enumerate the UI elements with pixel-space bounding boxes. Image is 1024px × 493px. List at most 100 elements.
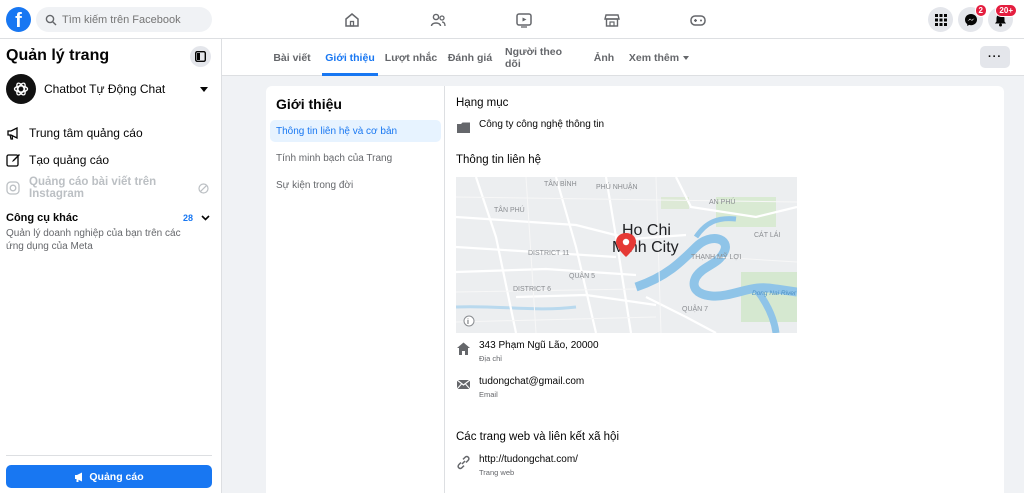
search-icon xyxy=(45,14,57,25)
edit-icon xyxy=(6,152,22,168)
megaphone-icon xyxy=(6,125,22,141)
search-box[interactable] xyxy=(36,7,212,32)
sidebar-item-label: Tạo quảng cáo xyxy=(29,153,110,167)
menu-button[interactable] xyxy=(928,7,953,32)
more-tools-section[interactable]: Công cụ khác 28 Quản lý doanh nghiệp của… xyxy=(6,212,212,253)
facebook-logo[interactable]: f xyxy=(6,7,31,32)
page-management-sidebar: Quản lý trang Chatbot Tự Động Chat Trung… xyxy=(0,39,222,493)
instagram-icon xyxy=(6,180,22,196)
tab-mentions[interactable]: Lượt nhắc xyxy=(384,39,438,76)
svg-text:QUẬN 5: QUẬN 5 xyxy=(569,271,595,280)
watch-icon[interactable] xyxy=(513,9,535,31)
about-nav-contact-basic[interactable]: Thông tin liên hệ và cơ bản xyxy=(270,120,441,142)
more-tools-label: Công cụ khác xyxy=(6,212,79,224)
page-avatar xyxy=(6,74,36,104)
category-icon xyxy=(457,122,470,133)
svg-text:i: i xyxy=(467,319,469,326)
friends-icon[interactable] xyxy=(427,9,449,31)
location-map[interactable]: TÂN BÌNH PHÚ NHUẬN TÂN PHÚ AN PHÚ DISTRI… xyxy=(456,177,797,333)
promote-button-label: Quảng cáo xyxy=(89,470,144,483)
tab-reviews[interactable]: Đánh giá xyxy=(445,39,495,76)
category-heading: Hạng mục xyxy=(456,97,509,109)
svg-text:CÁT LÁI: CÁT LÁI xyxy=(754,230,780,239)
top-navigation-bar: f 2 20+ xyxy=(0,0,1024,39)
website-row: http://tudongchat.com/ Trang web xyxy=(456,454,578,477)
page-name: Chatbot Tự Động Chat xyxy=(44,82,166,96)
tab-about[interactable]: Giới thiệu xyxy=(322,39,378,76)
tab-photos[interactable]: Ảnh xyxy=(590,39,618,76)
notifications-badge: 20+ xyxy=(995,4,1017,17)
home-icon[interactable] xyxy=(341,9,363,31)
sidebar-title: Quản lý trang xyxy=(6,47,110,64)
address-label: Địa chỉ xyxy=(479,354,502,363)
mail-icon xyxy=(456,379,471,390)
website-label: Trang web xyxy=(479,468,515,477)
page-tabs: Bài viết Giới thiệu Lượt nhắc Đánh giá N… xyxy=(222,39,1024,76)
panel-icon xyxy=(195,51,206,62)
grid-menu-icon xyxy=(934,13,947,26)
svg-text:DISTRICT 11: DISTRICT 11 xyxy=(528,250,569,257)
tools-count-badge: 28 xyxy=(182,213,193,223)
sidebar-item-label: Trung tâm quảng cáo xyxy=(29,126,143,140)
messenger-badge: 2 xyxy=(974,4,987,17)
svg-text:QUẬN 7: QUẬN 7 xyxy=(682,304,708,313)
about-nav-life-events[interactable]: Sự kiện trong đời xyxy=(270,174,441,196)
divider xyxy=(6,455,212,456)
map-graphic: TÂN BÌNH PHÚ NHUẬN TÂN PHÚ AN PHÚ DISTRI… xyxy=(456,177,797,333)
address-row: 343 Phạm Ngũ Lão, 20000 Địa chỉ xyxy=(456,340,599,363)
svg-text:DISTRICT 6: DISTRICT 6 xyxy=(513,286,551,293)
promote-button[interactable]: Quảng cáo xyxy=(6,465,212,488)
about-card: Giới thiệu Thông tin liên hệ và cơ bản T… xyxy=(266,86,1004,493)
sidebar-item-instagram-ads[interactable]: Quảng cáo bài viết trên Instagram xyxy=(6,176,212,200)
website-link[interactable]: http://tudongchat.com/ xyxy=(479,454,578,465)
tab-label: Đánh giá xyxy=(447,51,493,64)
blocked-icon xyxy=(198,182,209,194)
tab-label: Xem thêm xyxy=(628,51,680,64)
tab-see-more[interactable]: Xem thêm xyxy=(627,39,691,76)
tab-label: Giới thiệu xyxy=(325,51,375,64)
sidebar-item-label: Quảng cáo bài viết trên Instagram xyxy=(29,176,157,200)
websites-heading: Các trang web và liên kết xã hội xyxy=(456,431,620,443)
about-navigation: Giới thiệu Thông tin liên hệ và cơ bản T… xyxy=(266,86,445,493)
svg-text:THẠNH MỸ LỢI: THẠNH MỸ LỢI xyxy=(691,252,741,261)
notifications-button[interactable]: 20+ xyxy=(988,4,1017,32)
svg-text:TÂN BÌNH: TÂN BÌNH xyxy=(544,179,577,188)
svg-text:TÂN PHÚ: TÂN PHÚ xyxy=(494,205,525,214)
chatgpt-logo-icon xyxy=(13,82,29,96)
tab-followers[interactable]: Người theo dõi xyxy=(505,39,579,76)
tab-posts[interactable]: Bài viết xyxy=(268,39,316,76)
address-value: 343 Phạm Ngũ Lão, 20000 xyxy=(479,340,599,351)
gaming-icon[interactable] xyxy=(687,9,709,31)
svg-text:AN PHÚ: AN PHÚ xyxy=(709,197,735,206)
page-switcher[interactable]: Chatbot Tự Động Chat xyxy=(6,74,212,104)
svg-text:PHÚ NHUẬN: PHÚ NHUẬN xyxy=(596,182,638,191)
about-content: Hạng mục Công ty công nghệ thông tin Thô… xyxy=(446,86,1004,493)
more-tools-description: Quản lý doanh nghiệp của bạn trên các ứn… xyxy=(6,228,181,252)
tab-label: Ảnh xyxy=(593,51,615,64)
contact-heading: Thông tin liên hệ xyxy=(456,154,542,166)
marketplace-icon[interactable] xyxy=(601,9,623,31)
chevron-down-icon[interactable] xyxy=(200,86,208,92)
more-options-button[interactable]: ··· xyxy=(980,46,1010,68)
sidebar-item-ad-center[interactable]: Trung tâm quảng cáo xyxy=(6,123,143,143)
search-input[interactable] xyxy=(62,13,202,26)
chevron-down-icon xyxy=(683,55,690,60)
sidebar-item-create-ad[interactable]: Tạo quảng cáo xyxy=(6,150,109,170)
home-icon xyxy=(457,342,470,355)
sidebar-toggle-button[interactable] xyxy=(190,46,211,67)
email-value[interactable]: tudongchat@gmail.com xyxy=(479,376,584,387)
megaphone-icon xyxy=(74,472,85,482)
svg-text:Dong Nai River: Dong Nai River xyxy=(752,290,797,297)
tab-label: Bài viết xyxy=(273,51,311,64)
category-value: Công ty công nghệ thông tin xyxy=(479,119,605,130)
email-row: tudongchat@gmail.com Email xyxy=(456,376,584,399)
email-label: Email xyxy=(479,390,498,399)
messenger-button[interactable]: 2 xyxy=(958,4,987,32)
about-nav-page-transparency[interactable]: Tính minh bạch của Trang xyxy=(270,147,441,169)
link-icon xyxy=(457,455,470,470)
tab-label: Lượt nhắc xyxy=(384,51,438,64)
category-row: Công ty công nghệ thông tin xyxy=(456,119,604,135)
about-title: Giới thiệu xyxy=(276,96,342,112)
tab-label: Người theo dõi xyxy=(505,45,563,70)
chevron-down-icon[interactable] xyxy=(201,215,210,221)
